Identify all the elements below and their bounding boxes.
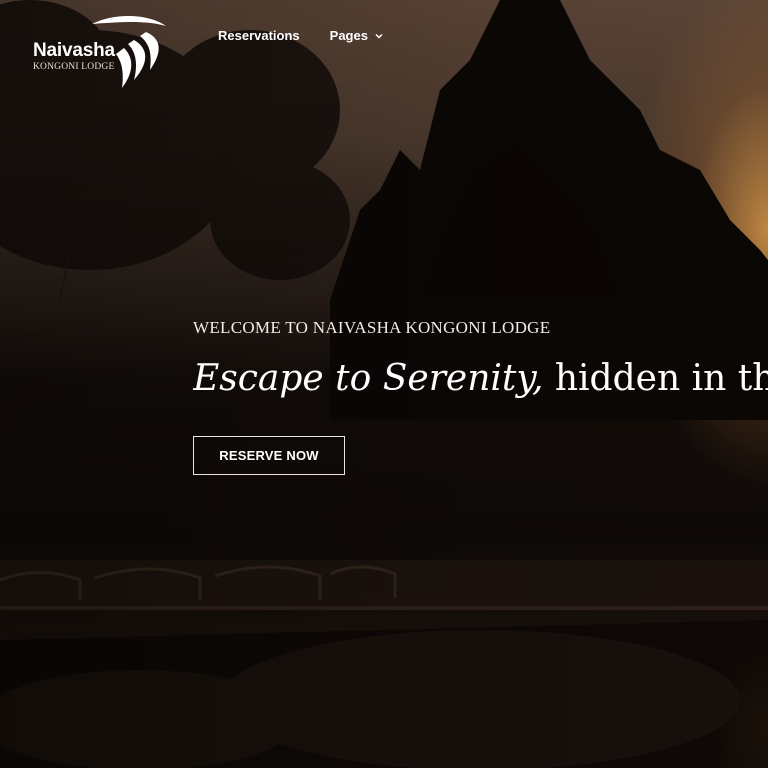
nav-item-pages[interactable]: Pages — [330, 28, 384, 43]
brand-name: Naivasha — [33, 40, 115, 61]
brand-subtitle: KONGONI LODGE — [33, 62, 115, 72]
nav-item-label: Reservations — [218, 28, 300, 43]
headline-rest: hidden in the h — [554, 358, 768, 399]
nav-item-label: Pages — [329, 28, 368, 43]
reserve-now-button[interactable]: RESERVE NOW — [193, 436, 345, 475]
brand-logo[interactable]: Naivasha KONGONI LODGE — [32, 14, 172, 94]
main-nav: Reservations Pages — [218, 28, 384, 43]
headline-emphasis: Escape to Serenity, — [193, 358, 544, 399]
nav-item-reservations[interactable]: Reservations — [218, 28, 300, 43]
hero-headline: Escape to Serenity, hidden in the h — [193, 356, 768, 402]
hero-eyebrow: WELCOME TO NAIVASHA KONGONI LODGE — [193, 318, 551, 337]
chevron-down-icon — [375, 33, 383, 39]
